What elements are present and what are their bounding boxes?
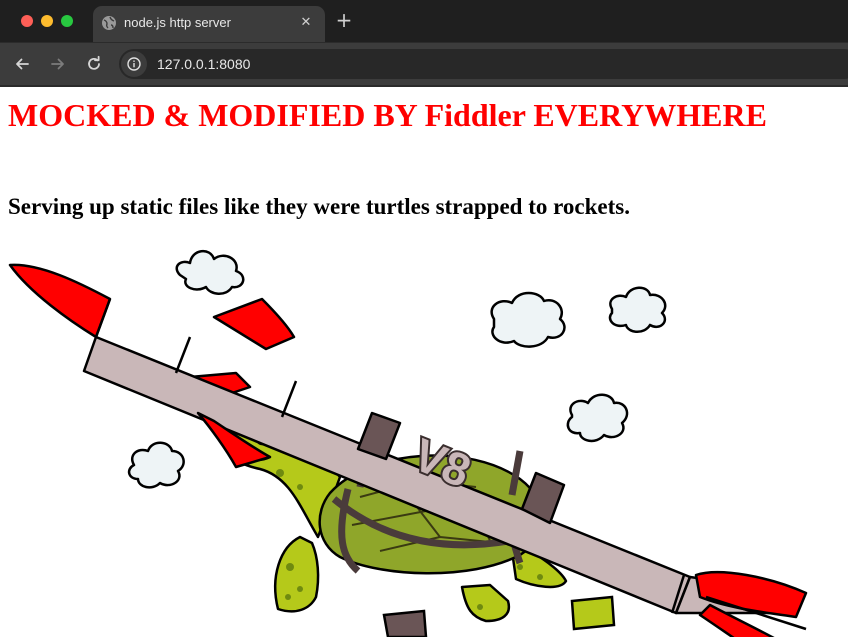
rocket-fin	[212, 297, 296, 351]
arrow-left-icon[interactable]	[13, 55, 31, 73]
plus-icon[interactable]: +	[334, 10, 354, 30]
info-icon	[127, 57, 141, 71]
rocket	[8, 263, 808, 637]
maximize-window-button[interactable]	[61, 15, 73, 27]
page-subheading: Serving up static files like they were t…	[8, 194, 630, 219]
green-block	[570, 595, 616, 631]
page-content: MOCKED & MODIFIED BY Fiddler EVERYWHERE …	[0, 87, 848, 637]
stand-pole	[382, 609, 428, 637]
tab-title: node.js http server	[124, 15, 231, 30]
minimize-window-button[interactable]	[41, 15, 53, 27]
reload-icon[interactable]	[85, 55, 103, 73]
close-window-button[interactable]	[21, 15, 33, 27]
browser-toolbar: 127.0.0.1:8080	[0, 43, 848, 85]
arrow-right-icon[interactable]	[49, 55, 67, 73]
globe-icon	[102, 16, 116, 30]
turtle-rocket-logo: V8	[8, 250, 808, 637]
tab-node-server[interactable]: node.js http server ✕	[93, 6, 325, 42]
close-icon[interactable]: ✕	[297, 14, 315, 32]
url-text: 127.0.0.1:8080	[157, 56, 251, 72]
cloud-icon	[127, 250, 667, 489]
page-heading: MOCKED & MODIFIED BY Fiddler EVERYWHERE	[8, 97, 767, 133]
browser-titlebar: node.js http server ✕ +	[0, 0, 848, 43]
site-info-button[interactable]	[121, 51, 147, 77]
address-bar[interactable]: 127.0.0.1:8080	[119, 49, 848, 79]
